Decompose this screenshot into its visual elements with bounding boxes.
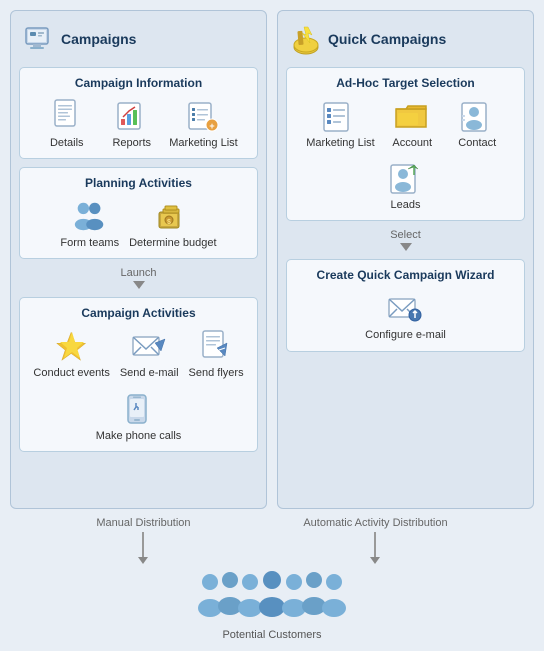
send-flyers-label: Send flyers bbox=[189, 367, 244, 380]
automatic-distribution-label: Automatic Activity Distribution bbox=[303, 517, 447, 529]
potential-customers-group: Potential Customers bbox=[192, 568, 352, 641]
quick-campaigns-header: Quick Campaigns bbox=[286, 19, 525, 59]
form-teams-icon bbox=[72, 198, 108, 234]
left-arrow-line bbox=[142, 532, 144, 557]
make-phone-calls-item[interactable]: Make phone calls bbox=[96, 391, 182, 443]
account-icon bbox=[394, 98, 430, 134]
account-label: Account bbox=[392, 137, 432, 150]
contact-item[interactable]: Contact bbox=[450, 98, 505, 150]
launch-label: Launch bbox=[120, 267, 156, 279]
wizard-icons: Configure e-mail bbox=[295, 290, 516, 342]
determine-budget-label: Determine budget bbox=[129, 237, 216, 250]
top-section: Campaigns Campaign Information bbox=[10, 10, 534, 509]
campaign-info-title: Campaign Information bbox=[28, 76, 249, 90]
send-email-label: Send e-mail bbox=[120, 367, 179, 380]
form-teams-item[interactable]: Form teams bbox=[60, 198, 119, 250]
send-flyers-item[interactable]: Send flyers bbox=[189, 328, 244, 380]
select-arrow-down bbox=[400, 243, 412, 251]
configure-email-icon bbox=[387, 290, 423, 326]
adhoc-box: Ad-Hoc Target Selection bbox=[286, 67, 525, 221]
launch-arrow-down bbox=[133, 281, 145, 289]
contact-icon bbox=[459, 98, 495, 134]
determine-budget-item[interactable]: $ Determine budget bbox=[129, 198, 216, 250]
quick-campaigns-icon bbox=[290, 23, 322, 55]
activities-icons: Conduct events bbox=[28, 328, 249, 442]
right-arrow-line bbox=[374, 532, 376, 557]
adhoc-icons: Marketing List Account bbox=[295, 98, 516, 212]
potential-customers-icon bbox=[192, 568, 352, 626]
manual-distribution-group: Manual Distribution bbox=[96, 517, 190, 564]
adhoc-marketing-list-item[interactable]: Marketing List bbox=[306, 98, 374, 150]
wizard-box: Create Quick Campaign Wizard bbox=[286, 259, 525, 351]
wizard-title: Create Quick Campaign Wizard bbox=[295, 268, 516, 282]
svg-text:$: $ bbox=[167, 219, 171, 226]
adhoc-marketing-list-label: Marketing List bbox=[306, 137, 374, 150]
configure-email-item[interactable]: Configure e-mail bbox=[365, 290, 446, 342]
leads-icon bbox=[388, 160, 424, 196]
make-phone-calls-label: Make phone calls bbox=[96, 430, 182, 443]
marketing-list2-icon bbox=[322, 98, 358, 134]
campaigns-header: Campaigns bbox=[19, 19, 258, 59]
send-flyers-icon bbox=[198, 328, 234, 364]
left-arrow-head bbox=[138, 557, 148, 564]
select-arrow: Select bbox=[286, 229, 525, 251]
marketing-list-icon: + bbox=[185, 98, 221, 134]
planning-title: Planning Activities bbox=[28, 176, 249, 190]
quick-campaigns-title: Quick Campaigns bbox=[328, 31, 446, 47]
campaigns-svg-icon bbox=[23, 23, 55, 55]
quick-campaigns-panel: Quick Campaigns Ad-Hoc Target Selection bbox=[277, 10, 534, 509]
details-item[interactable]: Details bbox=[39, 98, 94, 150]
right-arrow-head bbox=[370, 557, 380, 564]
select-label: Select bbox=[390, 229, 421, 241]
campaigns-panel: Campaigns Campaign Information bbox=[10, 10, 267, 509]
marketing-list-item[interactable]: + Marketing List bbox=[169, 98, 237, 150]
conduct-events-label: Conduct events bbox=[33, 367, 109, 380]
activities-box: Campaign Activities Conduct events bbox=[19, 297, 258, 451]
leads-item[interactable]: Leads bbox=[378, 160, 433, 212]
send-email-item[interactable]: Send e-mail bbox=[120, 328, 179, 380]
planning-box: Planning Activities Form teams bbox=[19, 167, 258, 259]
configure-email-label: Configure e-mail bbox=[365, 329, 446, 342]
campaign-info-box: Campaign Information bbox=[19, 67, 258, 159]
main-container: Campaigns Campaign Information bbox=[0, 0, 544, 651]
account-item[interactable]: Account bbox=[385, 98, 440, 150]
manual-distribution-label: Manual Distribution bbox=[96, 517, 190, 529]
automatic-distribution-group: Automatic Activity Distribution bbox=[303, 517, 447, 564]
campaigns-title: Campaigns bbox=[61, 31, 136, 47]
send-email-icon bbox=[131, 328, 167, 364]
details-icon bbox=[49, 98, 85, 134]
planning-icons: Form teams $ bbox=[28, 198, 249, 250]
make-phone-calls-icon bbox=[120, 391, 156, 427]
conduct-events-item[interactable]: Conduct events bbox=[33, 328, 109, 380]
marketing-list-label: Marketing List bbox=[169, 137, 237, 150]
form-teams-label: Form teams bbox=[60, 237, 119, 250]
reports-icon bbox=[114, 98, 150, 134]
leads-label: Leads bbox=[391, 199, 421, 212]
potential-customers-label: Potential Customers bbox=[222, 629, 321, 641]
details-label: Details bbox=[50, 137, 84, 150]
bottom-section: Manual Distribution Automatic Activity D… bbox=[10, 517, 534, 641]
contact-label: Contact bbox=[458, 137, 496, 150]
campaign-info-icons: Details Report bbox=[28, 98, 249, 150]
campaigns-icon bbox=[23, 23, 55, 55]
conduct-events-icon bbox=[54, 328, 90, 364]
launch-arrow: Launch bbox=[19, 267, 258, 289]
activities-title: Campaign Activities bbox=[28, 306, 249, 320]
reports-item[interactable]: Reports bbox=[104, 98, 159, 150]
determine-budget-icon: $ bbox=[155, 198, 191, 234]
svg-text:+: + bbox=[210, 121, 215, 131]
adhoc-title: Ad-Hoc Target Selection bbox=[295, 76, 516, 90]
reports-label: Reports bbox=[112, 137, 151, 150]
